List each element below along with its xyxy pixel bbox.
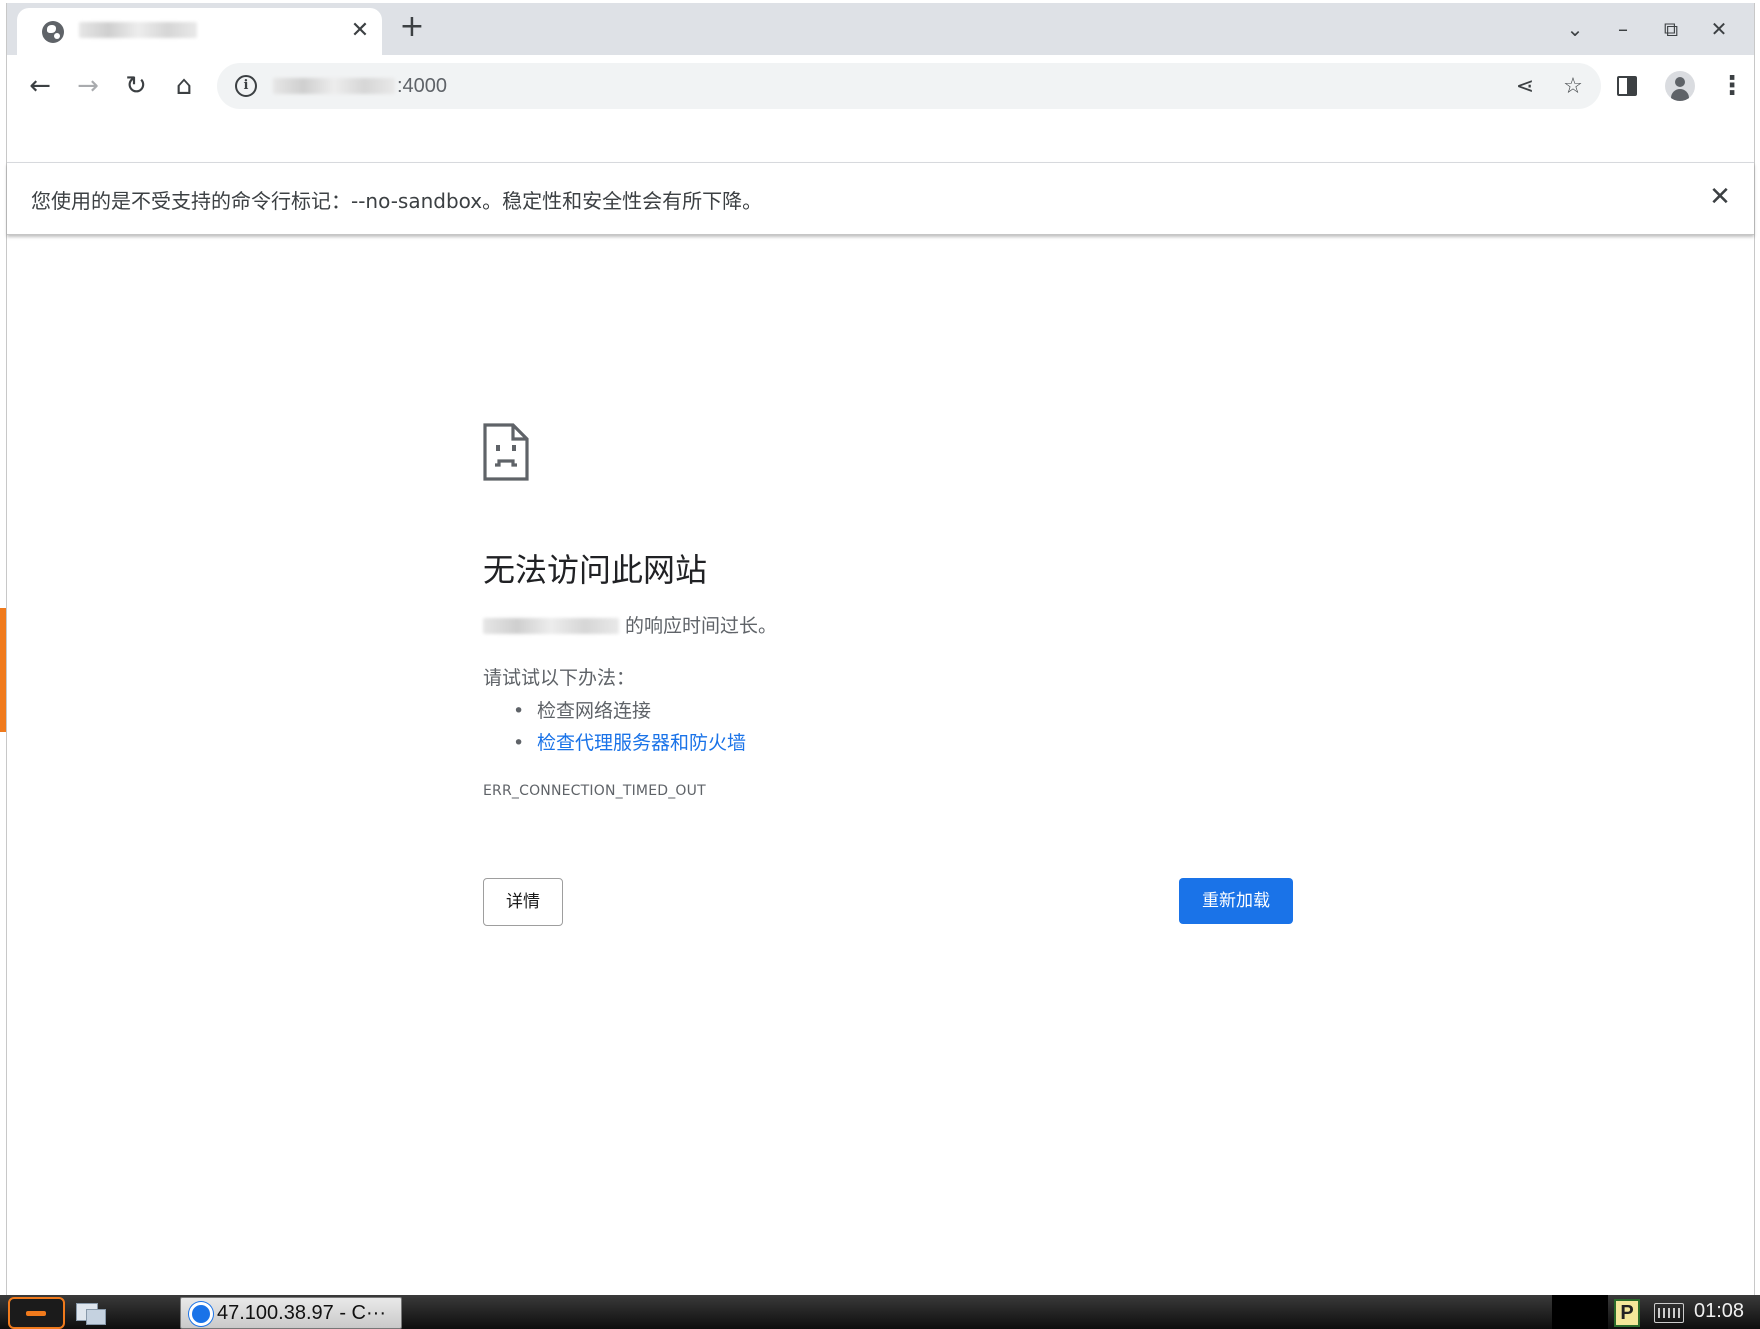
browser-menu-icon[interactable]: ⋮ [1719, 69, 1745, 103]
suggestion-check-network: 检查网络连接 [483, 695, 746, 727]
browser-window: ✕ + ⌄ – ⧉ ✕ ← → ↻ ⌂ i :4000 ⋖ ☆ ⋮ 您使用的是不… [6, 3, 1755, 1295]
address-bar[interactable]: i :4000 ⋖ ☆ [217, 63, 1601, 109]
error-code: ERR_CONNECTION_TIMED_OUT [483, 783, 706, 799]
sad-document-icon [483, 423, 529, 481]
tray-blank-area [1552, 1295, 1608, 1329]
error-title: 无法访问此网站 [483, 551, 708, 589]
forward-icon[interactable]: → [71, 69, 105, 103]
bookmark-star-icon[interactable]: ☆ [1559, 73, 1587, 101]
new-tab-button[interactable]: + [397, 12, 427, 43]
url-text[interactable]: :4000 [273, 75, 447, 98]
chrome-icon [189, 1302, 213, 1326]
url-port: :4000 [397, 75, 448, 97]
side-panel-icon[interactable] [1617, 76, 1637, 96]
error-description: 的响应时间过长。 [483, 611, 777, 638]
share-icon[interactable]: ⋖ [1511, 73, 1539, 101]
suggestion-check-proxy-link[interactable]: 检查代理服务器和防火墙 [483, 727, 746, 759]
browser-toolbar: ← → ↻ ⌂ i :4000 ⋖ ☆ ⋮ [7, 55, 1754, 115]
site-info-icon[interactable]: i [235, 75, 257, 97]
restore-icon[interactable]: ⧉ [1657, 15, 1685, 43]
taskbar-window-label: 47.100.38.97 - C··· [217, 1302, 386, 1324]
infobar-message: 您使用的是不受支持的命令行标记：--no-sandbox。稳定性和安全性会有所下… [31, 189, 763, 213]
toolbar-spacer [7, 115, 1754, 163]
infobar-close-icon[interactable]: ✕ [1704, 181, 1736, 213]
active-tab[interactable]: ✕ [17, 8, 382, 55]
clock[interactable]: 01:08 [1694, 1300, 1744, 1323]
start-menu-button[interactable] [8, 1297, 65, 1329]
try-label: 请试试以下办法： [483, 667, 636, 689]
window-close-icon[interactable]: ✕ [1705, 15, 1733, 43]
show-desktop-icon[interactable] [74, 1299, 106, 1327]
sandbox-warning-infobar: 您使用的是不受支持的命令行标记：--no-sandbox。稳定性和安全性会有所下… [7, 163, 1754, 235]
tab-strip: ✕ + ⌄ – ⧉ ✕ [7, 3, 1754, 55]
os-taskbar: 47.100.38.97 - C··· P 01:08 [0, 1295, 1760, 1329]
error-description-suffix: 的响应时间过长。 [619, 615, 778, 637]
tray-p-icon[interactable]: P [1614, 1299, 1640, 1327]
tab-title-redacted [79, 22, 209, 42]
reload-icon[interactable]: ↻ [119, 69, 153, 103]
keyboard-icon[interactable] [1654, 1303, 1684, 1323]
taskbar-window-chrome[interactable]: 47.100.38.97 - C··· [180, 1297, 402, 1329]
globe-icon [42, 21, 64, 43]
url-host-redacted [273, 78, 395, 94]
minimize-icon[interactable]: – [1609, 15, 1637, 43]
reload-button[interactable]: 重新加载 [1179, 878, 1293, 924]
details-button[interactable]: 详情 [483, 878, 563, 926]
suggestion-list: 检查网络连接 检查代理服务器和防火墙 [483, 695, 746, 759]
back-icon[interactable]: ← [23, 69, 57, 103]
error-host-redacted [483, 618, 619, 634]
profile-avatar-icon[interactable] [1665, 71, 1695, 101]
home-icon[interactable]: ⌂ [167, 69, 201, 103]
tab-search-icon[interactable]: ⌄ [1561, 15, 1589, 43]
tab-close-icon[interactable]: ✕ [347, 18, 373, 44]
